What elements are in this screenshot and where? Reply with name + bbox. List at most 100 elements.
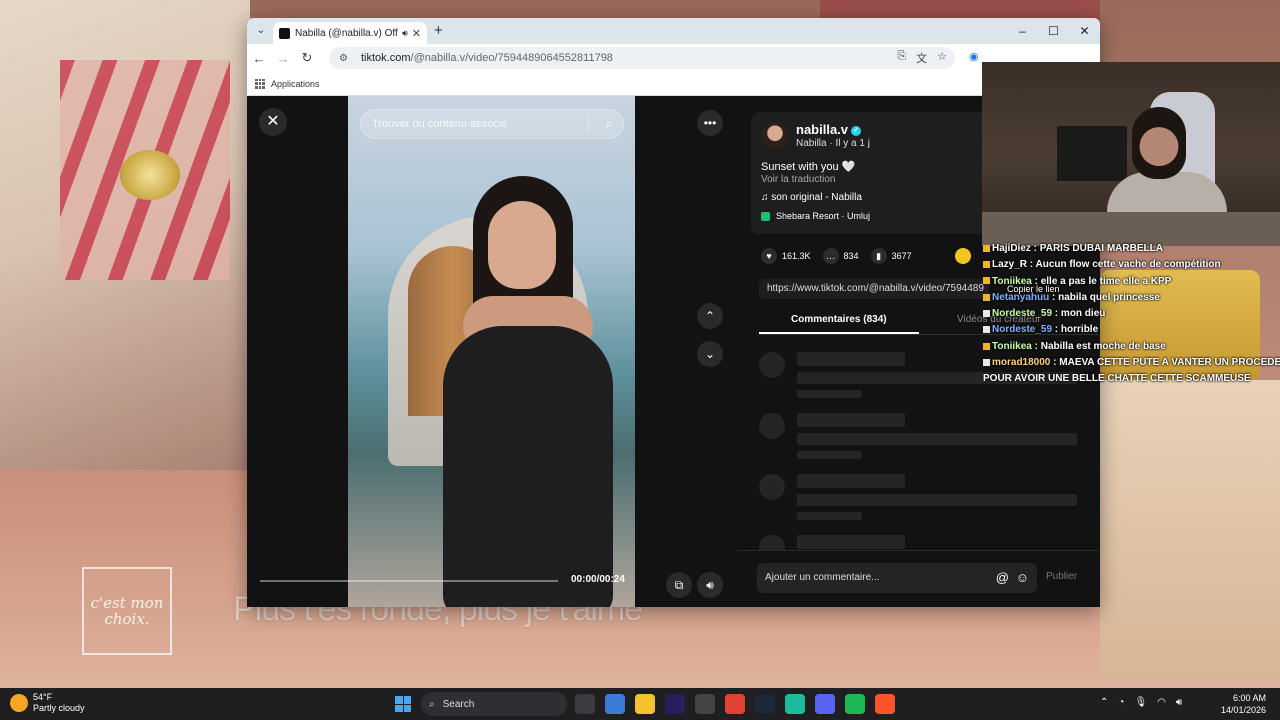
- tab-audio-icon[interactable]: 🔊︎: [402, 28, 408, 39]
- weather-desc: Partly cloudy: [33, 703, 85, 713]
- url-host: tiktok.com: [361, 52, 411, 64]
- gift-coin-icon[interactable]: [955, 248, 971, 264]
- volume-icon[interactable]: 🔊︎: [1176, 697, 1182, 708]
- install-app-icon[interactable]: ⎘: [897, 50, 906, 66]
- video-progress-bar[interactable]: [260, 580, 558, 582]
- translate-link[interactable]: Voir la traduction: [761, 174, 836, 185]
- comment-input[interactable]: Ajouter un commentaire... @ ☺: [757, 563, 1037, 593]
- close-video-button[interactable]: ✕: [259, 108, 287, 136]
- spotify-icon[interactable]: [845, 694, 865, 714]
- username[interactable]: nabilla.v ✓: [796, 122, 862, 137]
- copy-link-tooltip: Copier le lien: [1007, 284, 1060, 294]
- location-icon: [761, 212, 770, 222]
- system-tray: ⌃ ◔ 🎙︎ ◠ 🔊︎: [1100, 697, 1182, 708]
- heart-icon: ♥: [761, 248, 777, 264]
- post-caption: Sunset with you 🤍: [761, 161, 856, 173]
- related-search-input[interactable]: Trouver du contenu associé ⌕: [360, 109, 624, 139]
- tab-comments[interactable]: Commentaires (834): [791, 314, 887, 325]
- tab-tiktok[interactable]: Nabilla (@nabilla.v) Officie 🔊︎ ✕: [273, 22, 427, 44]
- site-info-icon[interactable]: ⚙: [339, 53, 353, 64]
- sound-link[interactable]: ♫ son original - Nabilla: [761, 192, 862, 203]
- avatar[interactable]: [761, 122, 789, 150]
- post-meta: Nabilla · Il y a 1 j: [796, 138, 870, 149]
- video-link[interactable]: https://www.tiktok.com/@nabilla.v/video/…: [759, 279, 989, 299]
- chat-message-continued: POUR AVOIR UNE BELLE CHATTE CETTE SCAMME…: [983, 373, 1251, 385]
- brave-icon[interactable]: [875, 694, 895, 714]
- apps-grid-icon[interactable]: [255, 78, 265, 89]
- chat-message: morad18000 : MAEVA CETTE PUTE A VANTER U…: [983, 355, 1280, 371]
- close-window-button[interactable]: ✕: [1069, 18, 1100, 44]
- chat-message: Toniikea : Nabilla est moche de base: [983, 339, 1280, 355]
- bookmark-star-icon[interactable]: ☆: [937, 50, 947, 66]
- network-icon[interactable]: ◔: [1118, 697, 1124, 708]
- webcam-overlay: [982, 62, 1280, 246]
- comment-button[interactable]: … 834: [822, 248, 859, 264]
- omnibox-actions: ⎘ 文 ☆: [897, 50, 947, 66]
- start-button[interactable]: [395, 696, 411, 712]
- chat-message: Nordeste_59 : mon dieu: [983, 306, 1280, 322]
- taskbar-apps: [575, 694, 895, 714]
- comment-skeleton: [759, 474, 1079, 534]
- tray-overflow-icon[interactable]: ⌃: [1100, 697, 1108, 708]
- volume-button[interactable]: 🔊︎: [697, 572, 723, 598]
- github-icon[interactable]: [695, 694, 715, 714]
- steam-icon[interactable]: [755, 694, 775, 714]
- weather-icon: [10, 694, 28, 712]
- search-placeholder: Trouver du contenu associé: [372, 118, 508, 130]
- address-bar[interactable]: ⚙ tiktok.com/@nabilla.v/video/7594489064…: [329, 47, 955, 69]
- app-icon[interactable]: [785, 694, 805, 714]
- emoji-icon[interactable]: ☺: [1016, 563, 1029, 593]
- bookmark-applications[interactable]: Applications: [271, 79, 320, 89]
- comment-icon: …: [822, 248, 839, 264]
- bg-wall-right: [1100, 380, 1280, 680]
- window-controls: – ☐ ✕: [1007, 18, 1100, 44]
- publish-button[interactable]: Publier: [1046, 571, 1077, 582]
- pip-button[interactable]: ⧉: [666, 572, 692, 598]
- location-link[interactable]: Shebara Resort · Umluj: [761, 211, 870, 222]
- next-video-button[interactable]: ⌄: [697, 341, 723, 367]
- wifi-icon[interactable]: ◠: [1157, 697, 1166, 708]
- more-options-button[interactable]: •••: [697, 110, 723, 136]
- comment-skeleton: [759, 413, 1079, 473]
- mention-icon[interactable]: @: [996, 563, 1009, 593]
- windows-taskbar: 54°F Partly cloudy ⌕ Search ⌃ ◔ 🎙︎ ◠ 🔊︎ 6:…: [0, 688, 1280, 720]
- mic-icon[interactable]: 🎙︎: [1134, 697, 1147, 708]
- extension-icon[interactable]: ◉: [969, 50, 979, 63]
- new-tab-button[interactable]: +: [434, 22, 443, 39]
- video-person: [443, 176, 613, 607]
- tiktok-favicon-icon: [279, 27, 290, 39]
- save-button[interactable]: ▮ 3677: [870, 248, 912, 264]
- widgets-icon[interactable]: [605, 694, 625, 714]
- taskbar-search[interactable]: ⌕ Search: [421, 692, 567, 716]
- tab-close-icon[interactable]: ✕: [412, 27, 421, 40]
- chrome-icon[interactable]: [725, 694, 745, 714]
- maximize-button[interactable]: ☐: [1038, 18, 1069, 44]
- bookmarks-bar: Applications: [247, 72, 1100, 96]
- verified-icon: ✓: [851, 125, 862, 136]
- premiere-icon[interactable]: [665, 694, 685, 714]
- post-stats: ♥ 161.3K … 834 ▮ 3677: [761, 248, 912, 264]
- discord-icon[interactable]: [815, 694, 835, 714]
- clock[interactable]: 6:00 AM 14/01/2026: [1221, 692, 1266, 716]
- weather-widget[interactable]: 54°F Partly cloudy: [10, 692, 85, 714]
- minimize-button[interactable]: –: [1007, 18, 1038, 44]
- chat-message: HajiDiez : PARIS DUBAI MARBELLA: [983, 241, 1280, 257]
- file-explorer-icon[interactable]: [635, 694, 655, 714]
- show-logo: c'est mon choix.: [82, 567, 172, 655]
- url-path: /@nabilla.v/video/7594489064552811798: [410, 52, 613, 64]
- bg-lamp: [120, 150, 180, 200]
- browser-toolbar: ← → ↻ ⚙ tiktok.com/@nabilla.v/video/7594…: [247, 44, 1100, 72]
- translate-icon[interactable]: 文: [916, 50, 927, 66]
- chat-message: Nordeste_59 : horrible: [983, 322, 1280, 338]
- tab-search-icon[interactable]: ⌄: [253, 23, 269, 39]
- reload-button[interactable]: ↻: [295, 50, 319, 66]
- previous-video-button[interactable]: ⌃: [697, 303, 723, 329]
- stream-chat: HajiDiez : PARIS DUBAI MARBELLA Lazy_R :…: [983, 241, 1280, 388]
- video-player[interactable]: [348, 96, 635, 607]
- forward-button[interactable]: →: [271, 51, 295, 66]
- like-button[interactable]: ♥ 161.3K: [761, 248, 811, 264]
- chat-message: Lazy_R : Aucun flow cette vache de compé…: [983, 257, 1280, 273]
- search-icon[interactable]: ⌕: [606, 116, 613, 132]
- task-view-icon[interactable]: [575, 694, 595, 714]
- back-button[interactable]: ←: [247, 51, 271, 66]
